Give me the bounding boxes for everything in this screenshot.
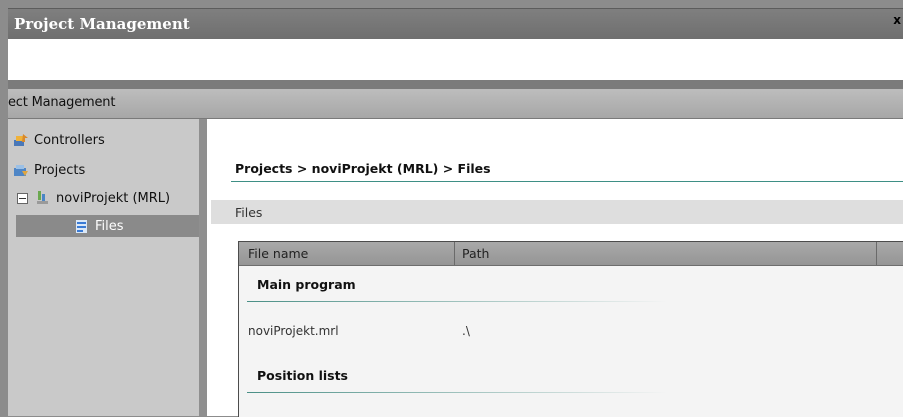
panel-splitter[interactable] xyxy=(199,119,207,416)
tree-item-label: Files xyxy=(95,218,124,234)
files-grid: File name Path Main program noviProjekt.… xyxy=(238,241,903,417)
files-section-header: Files xyxy=(211,200,903,224)
files-section-label: Files xyxy=(235,205,263,220)
section-header: ect Management xyxy=(8,89,903,119)
projects-icon xyxy=(14,165,28,176)
toolbar-divider xyxy=(8,80,903,89)
column-header-file-name[interactable]: File name xyxy=(248,246,308,261)
tree-item-files[interactable]: Files xyxy=(16,215,206,237)
grid-group-header: Position lists xyxy=(257,368,348,383)
window-titlebar: Project Management x xyxy=(8,8,903,39)
group-divider xyxy=(247,392,667,393)
tree-item-label: Controllers xyxy=(34,132,105,148)
tree-item-noviprojekt[interactable]: noviProjekt (MRL) xyxy=(17,187,170,209)
breadcrumb-underline xyxy=(231,181,903,182)
toolbar-area xyxy=(8,39,903,80)
grid-group-header: Main program xyxy=(257,277,356,292)
column-separator[interactable] xyxy=(876,242,877,265)
grid-header: File name Path xyxy=(239,242,903,266)
window-title: Project Management xyxy=(14,15,190,33)
content-panel: Projects > noviProjekt (MRL) > Files Fil… xyxy=(207,119,903,417)
breadcrumb: Projects > noviProjekt (MRL) > Files xyxy=(235,161,491,176)
tree-item-controllers[interactable]: Controllers xyxy=(13,129,105,151)
project-tree-panel: Controllers Projects noviProjekt (MRL) F… xyxy=(8,119,206,416)
files-icon xyxy=(76,220,87,233)
column-header-path[interactable]: Path xyxy=(462,246,489,261)
close-icon[interactable]: x xyxy=(893,13,901,27)
cell-file-name[interactable]: noviProjekt.mrl xyxy=(248,324,339,338)
section-header-label: ect Management xyxy=(8,95,116,110)
tree-item-label: Projects xyxy=(34,162,86,178)
controllers-icon xyxy=(14,134,28,146)
tree-item-label: noviProjekt (MRL) xyxy=(56,190,171,206)
collapse-icon[interactable] xyxy=(17,192,28,204)
cell-path[interactable]: .\ xyxy=(462,324,470,338)
project-icon xyxy=(37,191,48,204)
column-separator[interactable] xyxy=(454,242,455,265)
tree-item-projects[interactable]: Projects xyxy=(13,159,85,181)
group-divider xyxy=(247,301,667,302)
